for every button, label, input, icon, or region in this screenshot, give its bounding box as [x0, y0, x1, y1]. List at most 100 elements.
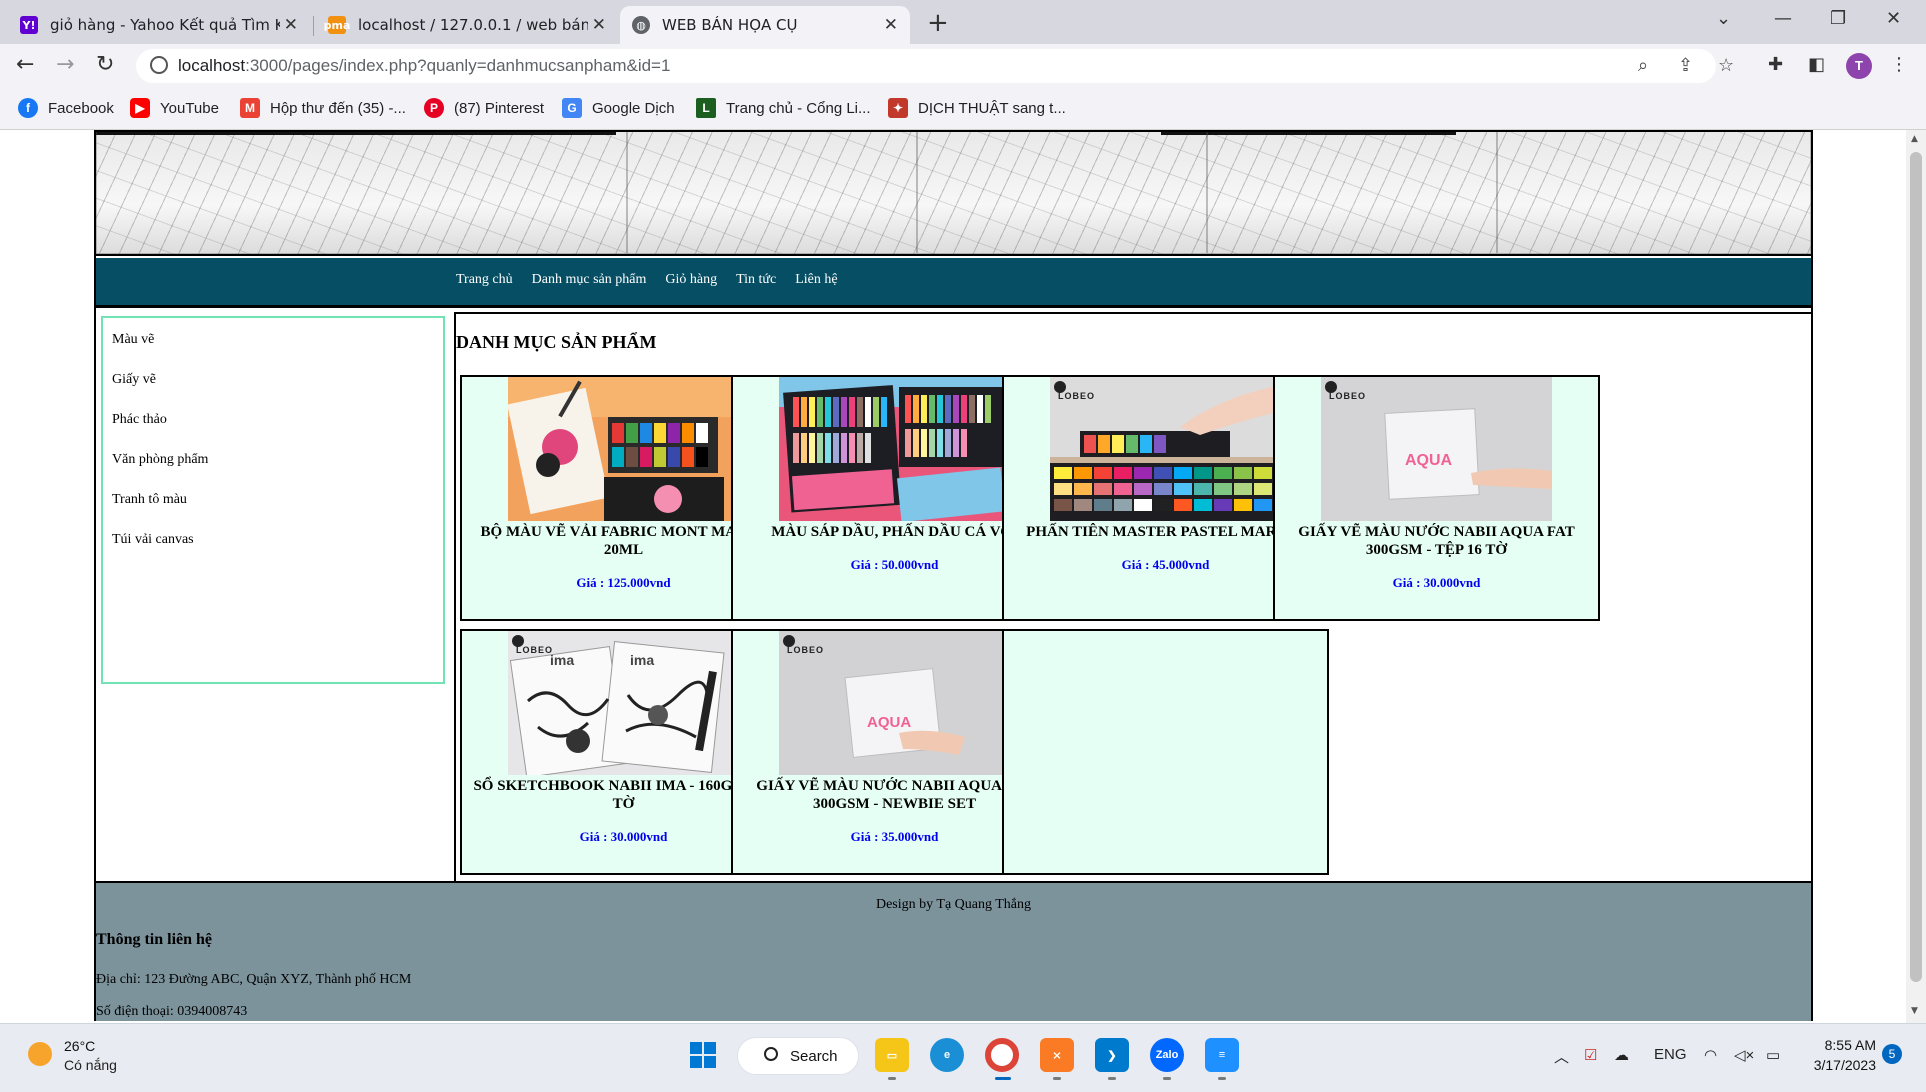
close-icon[interactable]: ✕ — [284, 15, 298, 35]
vscode-icon[interactable]: ❯ — [1095, 1038, 1129, 1080]
share-icon[interactable]: ⇪ — [1678, 55, 1693, 76]
tab-web-ban-hoa-cu[interactable]: ◍ WEB BÁN HỌA CỤ ✕ — [620, 6, 910, 44]
sidebar-item-van-phong-pham[interactable]: Văn phòng phẩm — [112, 452, 208, 468]
sidebar-item-mau-ve[interactable]: Màu vẽ — [112, 332, 154, 348]
page-scrollbar[interactable]: ▲ ▼ — [1906, 130, 1926, 1023]
tab-phpmyadmin[interactable]: pma localhost / 127.0.0.1 / web bán họ ✕ — [316, 6, 618, 44]
site-info-icon[interactable] — [150, 56, 168, 74]
sidebar-item-phac-thao[interactable]: Phác thảo — [112, 412, 167, 428]
zoom-icon[interactable]: ⌕ — [1638, 55, 1648, 76]
footer-credit: Design by Tạ Quang Thắng — [875, 897, 1031, 912]
brand-logo-text: LOBEO — [516, 645, 554, 655]
bookmark-star-icon[interactable]: ☆ — [1718, 55, 1734, 76]
product-image-sketchbook[interactable]: ima ima LOBEO — [508, 631, 739, 775]
notepad-icon[interactable]: ≡ — [1205, 1038, 1239, 1080]
new-tab-icon[interactable]: + — [927, 8, 949, 38]
page-title: DANH MỤC SẢN PHẨM — [456, 332, 657, 352]
gmail-icon: M — [240, 98, 260, 118]
minimize-icon[interactable]: — — [1774, 8, 1792, 29]
bookmark-facebook[interactable]: f Facebook — [18, 98, 114, 118]
sidebar-item-tranh-to-mau[interactable]: Tranh tô màu — [112, 492, 187, 508]
extensions-icon[interactable]: ✚ — [1768, 54, 1783, 75]
forward-icon[interactable]: → — [56, 53, 74, 77]
bookmark-label: Trang chủ - Cổng Li... — [726, 99, 871, 117]
header-banner — [96, 132, 1811, 256]
sidebar-item-giay-ve[interactable]: Giấy vẽ — [112, 372, 156, 388]
empty-product-card — [1002, 629, 1329, 875]
browser-toolbar: ← → ↻ localhost:3000/pages/index.php?qua… — [0, 44, 1926, 88]
window-close-icon[interactable]: ✕ — [1886, 8, 1901, 29]
battery-icon[interactable]: ▭ — [1766, 1046, 1780, 1064]
bookmark-youtube[interactable]: ▶ YouTube — [130, 98, 219, 118]
zalo-icon[interactable]: Zalo — [1150, 1038, 1184, 1080]
menu-item-gio-hang[interactable]: Giỏ hàng — [665, 272, 717, 288]
scroll-down-icon[interactable]: ▼ — [1911, 1006, 1918, 1016]
windows-taskbar: 26°C Có nắng Search ▭ e ⨯ ❯ Zalo ≡ ︿ ☑ ☁… — [0, 1023, 1926, 1092]
bookmark-translate-site[interactable]: ✦ DỊCH THUẬT sang t... — [888, 98, 1066, 118]
tab-title: localhost / 127.0.0.1 / web bán họ — [358, 16, 588, 34]
close-icon[interactable]: ✕ — [884, 15, 898, 35]
portal-icon: L — [696, 98, 716, 118]
product-card[interactable]: AQUA LOBEO GIẤY VẼ MÀU NƯỚC NABII AQUA F… — [1273, 375, 1600, 621]
tray-chevron-icon[interactable]: ︿ — [1554, 1046, 1569, 1067]
taskbar-search[interactable]: Search — [737, 1037, 859, 1075]
sun-icon — [28, 1042, 52, 1066]
wifi-icon[interactable]: ◠ — [1704, 1046, 1717, 1064]
start-button[interactable] — [686, 1038, 720, 1072]
menu-item-danh-muc[interactable]: Danh mục sản phẩm — [532, 272, 647, 288]
file-explorer-icon[interactable]: ▭ — [875, 1038, 909, 1080]
bookmark-label: (87) Pinterest — [454, 99, 545, 117]
weather-temperature: 26°C — [64, 1038, 96, 1054]
chrome-icon[interactable] — [985, 1038, 1019, 1080]
language-indicator[interactable]: ENG — [1654, 1046, 1687, 1063]
bookmark-google-translate[interactable]: G Google Dịch — [562, 98, 675, 118]
close-icon[interactable]: ✕ — [592, 15, 606, 35]
onedrive-icon[interactable]: ☁ — [1614, 1046, 1629, 1064]
address-url[interactable]: localhost:3000/pages/index.php?quanly=da… — [178, 56, 670, 76]
menu-kebab-icon[interactable]: ⋮ — [1890, 54, 1908, 75]
bookmark-gmail[interactable]: M Hộp thư đến (35) -... — [240, 98, 406, 118]
contact-address: Địa chỉ: 123 Đường ABC, Quận XYZ, Thành … — [96, 972, 412, 987]
address-bar[interactable]: localhost:3000/pages/index.php?quanly=da… — [136, 49, 1734, 83]
tab-title: WEB BÁN HỌA CỤ — [662, 16, 798, 34]
profile-avatar[interactable]: T — [1846, 53, 1872, 79]
product-image-aqua-newbie[interactable]: AQUA LOBEO — [779, 631, 1010, 775]
xampp-icon[interactable]: ⨯ — [1040, 1038, 1074, 1080]
edge-icon[interactable]: e — [930, 1038, 964, 1072]
side-panel-icon[interactable]: ◧ — [1808, 54, 1825, 75]
product-image-soft-pastel[interactable]: LOBEO — [1050, 377, 1281, 521]
scroll-up-icon[interactable]: ▲ — [1911, 134, 1918, 144]
back-icon[interactable]: ← — [16, 53, 34, 77]
volume-icon[interactable]: ◁× — [1734, 1046, 1754, 1064]
tab-search-chevron-icon[interactable]: ⌄ — [1716, 8, 1731, 29]
product-image-fabric-paint[interactable] — [508, 377, 739, 521]
svg-text:AQUA: AQUA — [867, 714, 911, 731]
menu-item-tin-tuc[interactable]: Tin tức — [736, 272, 776, 288]
reload-icon[interactable]: ↻ — [96, 53, 114, 77]
product-name[interactable]: GIẤY VẼ MÀU NƯỚC NABII AQUA FAT 300GSM -… — [1279, 523, 1594, 559]
globe-icon: ◍ — [632, 16, 650, 34]
bookmark-label: Google Dịch — [592, 99, 675, 117]
antivirus-icon[interactable]: ☑ — [1584, 1046, 1597, 1064]
site-wrapper: Trang chủ Danh mục sản phẩm Giỏ hàng Tin… — [94, 130, 1813, 1021]
sidebar-item-tui-vai-canvas[interactable]: Túi vải canvas — [112, 532, 194, 548]
menu-item-trang-chu[interactable]: Trang chủ — [456, 272, 513, 288]
bookmark-label: DỊCH THUẬT sang t... — [918, 99, 1066, 117]
menu-item-lien-he[interactable]: Liên hệ — [795, 272, 837, 288]
search-label: Search — [790, 1048, 838, 1065]
restore-icon[interactable]: ❐ — [1830, 8, 1846, 29]
bookmark-pinterest[interactable]: P (87) Pinterest — [424, 98, 544, 118]
product-image-oil-pastel[interactable] — [779, 377, 1010, 521]
banner-sketch-tile — [917, 132, 1207, 254]
product-image-aqua-paper[interactable]: AQUA LOBEO — [1321, 377, 1552, 521]
site-footer: Design by Tạ Quang Thắng Thông tin liên … — [96, 881, 1811, 1021]
browser-chrome: Y! giỏ hàng - Yahoo Kết quả Tìm Kiế ✕ pm… — [0, 0, 1926, 130]
tab-yahoo[interactable]: Y! giỏ hàng - Yahoo Kết quả Tìm Kiế ✕ — [8, 6, 310, 44]
scrollbar-thumb[interactable] — [1910, 152, 1922, 982]
clock-date: 3/17/2023 — [1813, 1057, 1876, 1073]
bookmark-portal[interactable]: L Trang chủ - Cổng Li... — [696, 98, 871, 118]
notification-badge[interactable]: 5 — [1882, 1044, 1902, 1064]
category-sidebar: Màu vẽ Giấy vẽ Phác thảo Văn phòng phẩm … — [101, 316, 445, 684]
system-clock[interactable]: 8:55 AM 3/17/2023 — [1800, 1035, 1876, 1075]
brand-logo-text: LOBEO — [787, 645, 825, 655]
